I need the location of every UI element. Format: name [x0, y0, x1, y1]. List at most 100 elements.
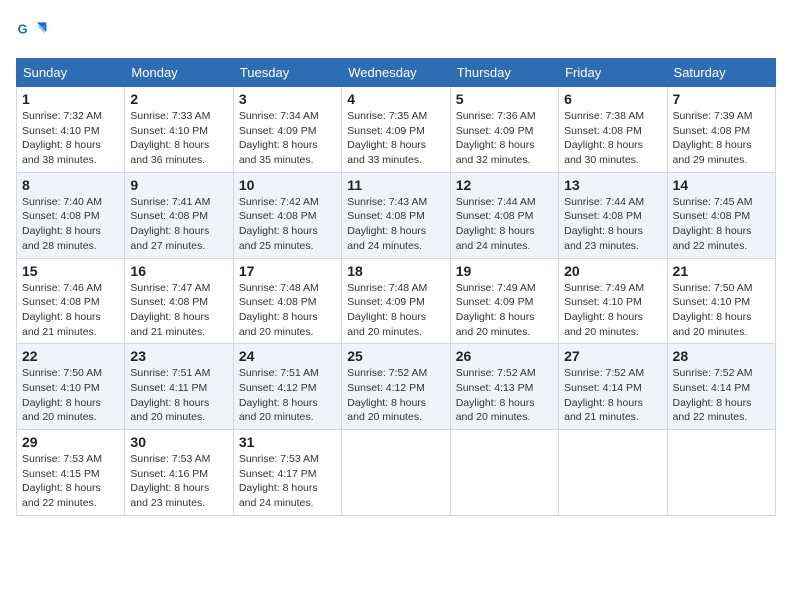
calendar-week-row: 8 Sunrise: 7:40 AMSunset: 4:08 PMDaylight…	[17, 172, 776, 258]
calendar-cell: 26 Sunrise: 7:52 AMSunset: 4:13 PMDayligh…	[450, 344, 558, 430]
day-info: Sunrise: 7:47 AMSunset: 4:08 PMDaylight:…	[130, 281, 227, 340]
day-info: Sunrise: 7:49 AMSunset: 4:10 PMDaylight:…	[564, 281, 661, 340]
column-header-thursday: Thursday	[450, 59, 558, 87]
day-info: Sunrise: 7:38 AMSunset: 4:08 PMDaylight:…	[564, 109, 661, 168]
column-header-monday: Monday	[125, 59, 233, 87]
day-number: 16	[130, 263, 227, 279]
day-number: 19	[456, 263, 553, 279]
day-number: 26	[456, 348, 553, 364]
day-number: 14	[673, 177, 770, 193]
day-number: 21	[673, 263, 770, 279]
day-number: 31	[239, 434, 336, 450]
day-info: Sunrise: 7:46 AMSunset: 4:08 PMDaylight:…	[22, 281, 119, 340]
day-info: Sunrise: 7:52 AMSunset: 4:14 PMDaylight:…	[673, 366, 770, 425]
calendar-cell: 20 Sunrise: 7:49 AMSunset: 4:10 PMDayligh…	[559, 258, 667, 344]
day-info: Sunrise: 7:51 AMSunset: 4:12 PMDaylight:…	[239, 366, 336, 425]
calendar-cell: 13 Sunrise: 7:44 AMSunset: 4:08 PMDayligh…	[559, 172, 667, 258]
calendar-cell	[342, 430, 450, 516]
day-number: 13	[564, 177, 661, 193]
logo-icon: G	[16, 16, 48, 48]
calendar-cell: 11 Sunrise: 7:43 AMSunset: 4:08 PMDayligh…	[342, 172, 450, 258]
calendar-cell	[667, 430, 775, 516]
calendar-table: SundayMondayTuesdayWednesdayThursdayFrid…	[16, 58, 776, 516]
day-number: 30	[130, 434, 227, 450]
calendar-cell: 18 Sunrise: 7:48 AMSunset: 4:09 PMDayligh…	[342, 258, 450, 344]
day-info: Sunrise: 7:53 AMSunset: 4:16 PMDaylight:…	[130, 452, 227, 511]
calendar-cell: 30 Sunrise: 7:53 AMSunset: 4:16 PMDayligh…	[125, 430, 233, 516]
calendar-cell	[450, 430, 558, 516]
page-header: G	[16, 16, 776, 48]
calendar-cell: 12 Sunrise: 7:44 AMSunset: 4:08 PMDayligh…	[450, 172, 558, 258]
calendar-cell: 24 Sunrise: 7:51 AMSunset: 4:12 PMDayligh…	[233, 344, 341, 430]
day-number: 17	[239, 263, 336, 279]
day-number: 15	[22, 263, 119, 279]
day-number: 23	[130, 348, 227, 364]
calendar-header-row: SundayMondayTuesdayWednesdayThursdayFrid…	[17, 59, 776, 87]
day-info: Sunrise: 7:52 AMSunset: 4:12 PMDaylight:…	[347, 366, 444, 425]
day-info: Sunrise: 7:40 AMSunset: 4:08 PMDaylight:…	[22, 195, 119, 254]
day-info: Sunrise: 7:36 AMSunset: 4:09 PMDaylight:…	[456, 109, 553, 168]
day-info: Sunrise: 7:51 AMSunset: 4:11 PMDaylight:…	[130, 366, 227, 425]
day-number: 1	[22, 91, 119, 107]
calendar-cell: 14 Sunrise: 7:45 AMSunset: 4:08 PMDayligh…	[667, 172, 775, 258]
day-number: 24	[239, 348, 336, 364]
day-info: Sunrise: 7:53 AMSunset: 4:17 PMDaylight:…	[239, 452, 336, 511]
day-number: 10	[239, 177, 336, 193]
day-number: 28	[673, 348, 770, 364]
calendar-cell: 7 Sunrise: 7:39 AMSunset: 4:08 PMDaylight…	[667, 87, 775, 173]
day-number: 9	[130, 177, 227, 193]
day-number: 20	[564, 263, 661, 279]
calendar-week-row: 15 Sunrise: 7:46 AMSunset: 4:08 PMDayligh…	[17, 258, 776, 344]
day-number: 6	[564, 91, 661, 107]
day-info: Sunrise: 7:44 AMSunset: 4:08 PMDaylight:…	[564, 195, 661, 254]
day-info: Sunrise: 7:44 AMSunset: 4:08 PMDaylight:…	[456, 195, 553, 254]
day-number: 22	[22, 348, 119, 364]
calendar-cell: 16 Sunrise: 7:47 AMSunset: 4:08 PMDayligh…	[125, 258, 233, 344]
calendar-cell: 22 Sunrise: 7:50 AMSunset: 4:10 PMDayligh…	[17, 344, 125, 430]
calendar-cell: 1Sunrise: 7:32 AMSunset: 4:10 PMDaylight…	[17, 87, 125, 173]
calendar-cell: 31 Sunrise: 7:53 AMSunset: 4:17 PMDayligh…	[233, 430, 341, 516]
calendar-cell: 2Sunrise: 7:33 AMSunset: 4:10 PMDaylight…	[125, 87, 233, 173]
column-header-friday: Friday	[559, 59, 667, 87]
day-info: Sunrise: 7:45 AMSunset: 4:08 PMDaylight:…	[673, 195, 770, 254]
calendar-cell: 8 Sunrise: 7:40 AMSunset: 4:08 PMDaylight…	[17, 172, 125, 258]
day-info: Sunrise: 7:49 AMSunset: 4:09 PMDaylight:…	[456, 281, 553, 340]
day-number: 7	[673, 91, 770, 107]
day-number: 8	[22, 177, 119, 193]
calendar-week-row: 1Sunrise: 7:32 AMSunset: 4:10 PMDaylight…	[17, 87, 776, 173]
day-info: Sunrise: 7:42 AMSunset: 4:08 PMDaylight:…	[239, 195, 336, 254]
day-info: Sunrise: 7:35 AMSunset: 4:09 PMDaylight:…	[347, 109, 444, 168]
day-info: Sunrise: 7:34 AMSunset: 4:09 PMDaylight:…	[239, 109, 336, 168]
calendar-cell: 21 Sunrise: 7:50 AMSunset: 4:10 PMDayligh…	[667, 258, 775, 344]
calendar-cell: 27 Sunrise: 7:52 AMSunset: 4:14 PMDayligh…	[559, 344, 667, 430]
calendar-cell: 25 Sunrise: 7:52 AMSunset: 4:12 PMDayligh…	[342, 344, 450, 430]
day-number: 5	[456, 91, 553, 107]
column-header-wednesday: Wednesday	[342, 59, 450, 87]
day-number: 4	[347, 91, 444, 107]
day-number: 18	[347, 263, 444, 279]
day-info: Sunrise: 7:39 AMSunset: 4:08 PMDaylight:…	[673, 109, 770, 168]
calendar-cell: 28 Sunrise: 7:52 AMSunset: 4:14 PMDayligh…	[667, 344, 775, 430]
day-number: 25	[347, 348, 444, 364]
calendar-cell: 15 Sunrise: 7:46 AMSunset: 4:08 PMDayligh…	[17, 258, 125, 344]
day-number: 3	[239, 91, 336, 107]
calendar-week-row: 22 Sunrise: 7:50 AMSunset: 4:10 PMDayligh…	[17, 344, 776, 430]
day-info: Sunrise: 7:43 AMSunset: 4:08 PMDaylight:…	[347, 195, 444, 254]
day-info: Sunrise: 7:53 AMSunset: 4:15 PMDaylight:…	[22, 452, 119, 511]
day-number: 27	[564, 348, 661, 364]
day-info: Sunrise: 7:52 AMSunset: 4:14 PMDaylight:…	[564, 366, 661, 425]
day-info: Sunrise: 7:33 AMSunset: 4:10 PMDaylight:…	[130, 109, 227, 168]
day-number: 12	[456, 177, 553, 193]
day-number: 29	[22, 434, 119, 450]
calendar-cell: 17Sunrise: 7:48 AMSunset: 4:08 PMDayligh…	[233, 258, 341, 344]
day-number: 11	[347, 177, 444, 193]
day-info: Sunrise: 7:50 AMSunset: 4:10 PMDaylight:…	[673, 281, 770, 340]
day-info: Sunrise: 7:52 AMSunset: 4:13 PMDaylight:…	[456, 366, 553, 425]
svg-text:G: G	[18, 22, 28, 37]
calendar-cell: 29 Sunrise: 7:53 AMSunset: 4:15 PMDayligh…	[17, 430, 125, 516]
calendar-week-row: 29 Sunrise: 7:53 AMSunset: 4:15 PMDayligh…	[17, 430, 776, 516]
calendar-cell: 23 Sunrise: 7:51 AMSunset: 4:11 PMDayligh…	[125, 344, 233, 430]
calendar-cell: 5 Sunrise: 7:36 AMSunset: 4:09 PMDaylight…	[450, 87, 558, 173]
day-info: Sunrise: 7:50 AMSunset: 4:10 PMDaylight:…	[22, 366, 119, 425]
day-info: Sunrise: 7:48 AMSunset: 4:09 PMDaylight:…	[347, 281, 444, 340]
